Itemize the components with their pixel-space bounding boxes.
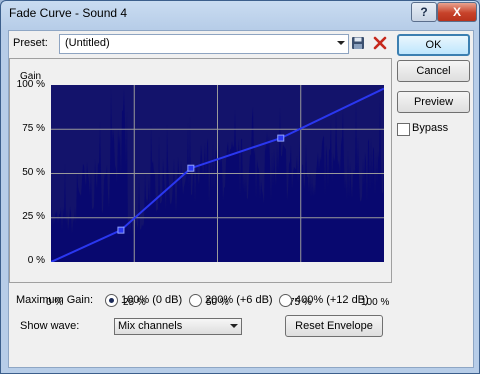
envelope-control-point[interactable] (117, 226, 125, 234)
bypass-label: Bypass (412, 122, 449, 134)
y-tick-label: 0 % (27, 255, 45, 266)
show-wave-value: Mix channels (118, 320, 183, 332)
show-wave-select[interactable]: Mix channels (114, 318, 242, 335)
gain-400-radio[interactable] (279, 294, 292, 307)
dialog-client-area: Preset: (Untitled) OK Cancel Preview Byp… (8, 30, 474, 368)
fade-curve-dialog: Fade Curve - Sound 4 ? X Preset: (Untitl… (0, 0, 480, 374)
window-title: Fade Curve - Sound 4 (9, 6, 128, 20)
close-button[interactable]: X (437, 2, 477, 22)
preset-combobox[interactable]: (Untitled) (59, 34, 349, 54)
fade-curve-graph: Gain 100 % 75 % 50 % 25 % 0 % 0 % 25 % 5… (9, 58, 392, 308)
envelope-control-point[interactable] (187, 164, 195, 172)
reset-envelope-button[interactable]: Reset Envelope (285, 315, 383, 337)
chevron-down-icon[interactable] (337, 41, 345, 45)
gain-200-label: 200% (+6 dB) (205, 294, 273, 306)
title-bar: Fade Curve - Sound 4 ? X (1, 1, 479, 25)
preset-label: Preset: (13, 37, 48, 49)
save-floppy-icon[interactable] (351, 36, 365, 50)
y-tick-label: 50 % (22, 167, 45, 178)
preset-value: (Untitled) (65, 37, 110, 49)
y-tick-label: 100 % (16, 79, 45, 90)
show-wave-label: Show wave: (20, 320, 80, 332)
help-button[interactable]: ? (411, 2, 437, 22)
y-tick-label: 25 % (22, 211, 45, 222)
envelope-plot-area[interactable] (51, 85, 384, 262)
y-tick-label: 75 % (22, 123, 45, 134)
gain-400-label: 400% (+12 dB) (295, 294, 369, 306)
preview-button[interactable]: Preview (397, 91, 470, 113)
ok-button[interactable]: OK (397, 34, 470, 56)
max-gain-label: Maximum Gain: (16, 294, 94, 306)
envelope-control-point[interactable] (277, 134, 285, 142)
gain-200-radio[interactable] (189, 294, 202, 307)
cancel-button[interactable]: Cancel (397, 60, 470, 82)
chevron-down-icon[interactable] (230, 324, 238, 328)
gain-100-radio[interactable] (105, 294, 118, 307)
delete-x-icon[interactable] (373, 36, 387, 50)
bypass-checkbox[interactable] (397, 123, 410, 136)
gain-100-label: 100% (0 dB) (121, 294, 183, 306)
